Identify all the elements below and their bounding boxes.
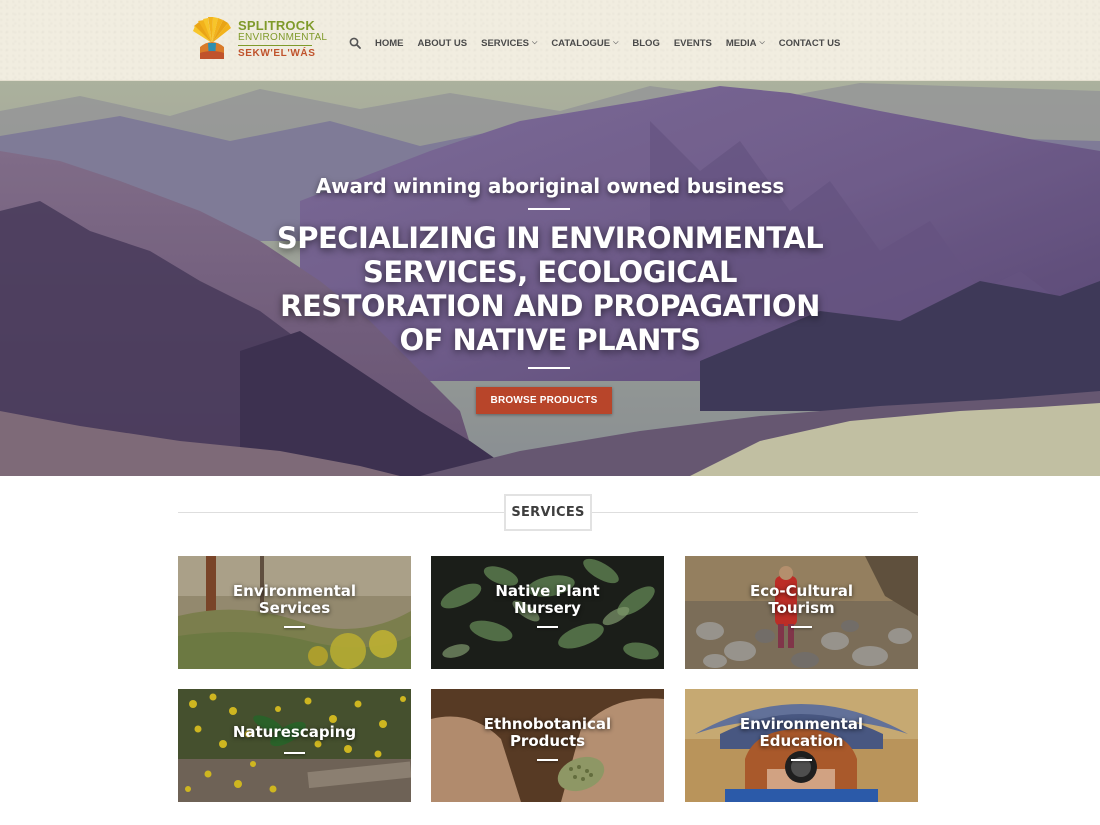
browse-products-button[interactable]: BROWSE PRODUCTS [476,387,612,414]
logo-text: SPLITROCK ENVIRONMENTAL SEKW'EL'WÁS [238,19,327,60]
service-card-title-line1: Naturescaping [232,723,357,741]
nav-item-about-us[interactable]: ABOUT US [418,38,468,49]
site-header: SPLITROCK ENVIRONMENTAL SEKW'EL'WÁS HOME… [0,0,1100,81]
nav-item-label: HOME [375,37,404,49]
nav-item-label: MEDIA [725,37,757,49]
chevron-down-icon: ⌵ [613,39,619,46]
service-card-title-line1: Environmental [232,582,357,600]
hero-divider-top [528,208,570,210]
service-card-divider [284,752,305,754]
service-card-divider [537,759,558,761]
nav-item-label: BLOG [632,37,660,49]
service-card-eco-cultural-tourism[interactable]: Eco-Cultural Tourism [685,556,918,669]
nav-item-blog[interactable]: BLOG [632,38,659,49]
service-card-title-line2: Education [759,732,844,750]
nav-item-label: CONTACT US [778,37,841,49]
nav-item-catalogue[interactable]: CATALOGUE ⌵ [551,38,618,49]
service-card-divider [537,626,558,628]
service-card-image [178,689,411,802]
nav-item-contact-us[interactable]: CONTACT US [779,38,841,49]
service-card-ethnobotanical-products[interactable]: Ethnobotanical Products [431,689,664,802]
hero-banner: Award winning aboriginal owned business … [0,81,1100,476]
service-card-title: Native Plant Nursery [431,583,664,617]
logo-feather-icon [193,17,231,59]
chevron-down-icon: ⌵ [532,39,538,46]
nav-item-home[interactable]: HOME [375,38,404,49]
site-logo[interactable]: SPLITROCK ENVIRONMENTAL SEKW'EL'WÁS [192,17,327,63]
nav-item-label: ABOUT US [417,37,468,49]
logo-line1: SPLITROCK [238,18,315,33]
hero-divider-bottom [528,367,570,369]
logo-line2: ENVIRONMENTAL [238,32,328,43]
service-card-title: Ethnobotanical Products [431,716,664,750]
search-icon[interactable] [349,37,361,49]
hero-headline: SPECIALIZING IN ENVIRONMENTAL SERVICES, … [276,221,824,357]
service-card-naturescaping[interactable]: Naturescaping [178,689,411,802]
service-card-native-plant-nursery[interactable]: Native Plant Nursery [431,556,664,669]
service-card-title-line1: Ethnobotanical [483,715,612,733]
nav-item-label: CATALOGUE [551,37,611,49]
service-card-title: Environmental Services [178,583,411,617]
nav-item-events[interactable]: EVENTS [674,38,712,49]
nav-item-label: EVENTS [673,37,712,49]
service-card-title-line2: Tourism [768,599,835,617]
hero-tagline: Award winning aboriginal owned business [315,174,785,198]
chevron-down-icon: ⌵ [759,39,765,46]
service-card-environmental-services[interactable]: Environmental Services [178,556,411,669]
service-card-title-line2: Products [509,732,586,750]
service-card-title-line1: Eco-Cultural [749,582,853,600]
logo-line3: SEKW'EL'WÁS [238,48,316,59]
service-card-title: Environmental Education [685,716,918,750]
nav-item-label: SERVICES [481,37,529,49]
service-card-divider [791,626,812,628]
logo-divider [238,45,312,46]
service-card-divider [791,759,812,761]
service-card-environmental-education[interactable]: Environmental Education [685,689,918,802]
main-nav: HOME ABOUT US SERVICES ⌵ CATALOGUE ⌵ BLOG … [349,35,854,51]
service-card-title-line1: Native Plant [495,582,600,600]
services-heading: SERVICES [504,494,592,531]
nav-item-media[interactable]: MEDIA ⌵ [726,38,765,49]
service-card-title: Naturescaping [178,724,411,741]
service-card-title-line1: Environmental [739,715,864,733]
service-card-title-line2: Nursery [514,599,581,617]
service-card-divider [284,626,305,628]
service-card-title: Eco-Cultural Tourism [685,583,918,617]
nav-item-services[interactable]: SERVICES ⌵ [481,38,537,49]
service-card-title-line2: Services [258,599,331,617]
